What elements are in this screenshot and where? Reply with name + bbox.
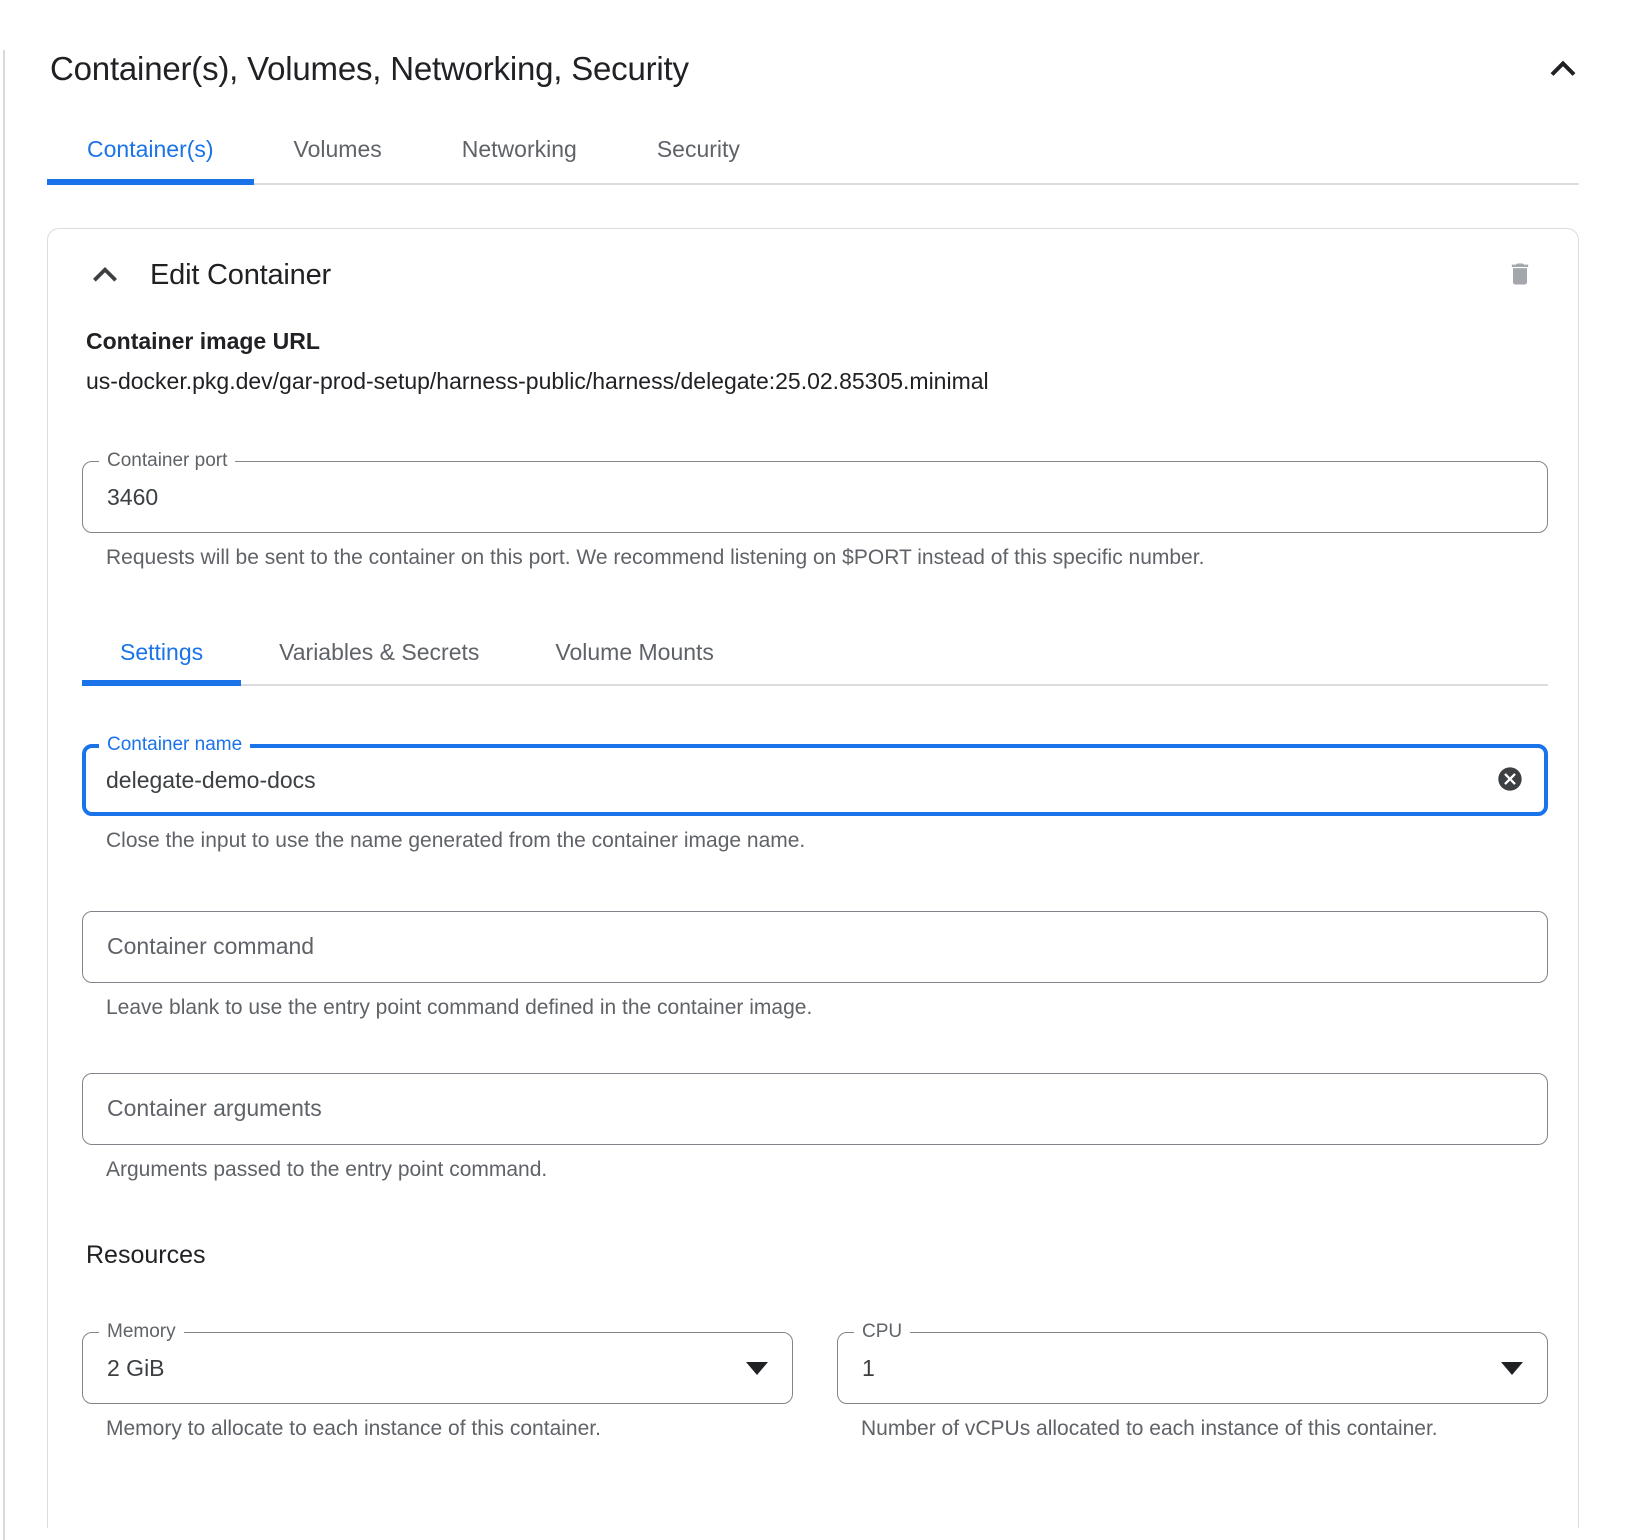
container-port-helper: Requests will be sent to the container o… <box>106 544 1548 571</box>
container-subtab-bar: Settings Variables & Secrets Volume Moun… <box>82 629 1548 686</box>
container-name-label: Container name <box>99 734 250 756</box>
container-name-input[interactable] <box>106 767 1496 794</box>
subtab-variables-secrets[interactable]: Variables & Secrets <box>241 629 517 684</box>
resources-heading: Resources <box>86 1241 1548 1270</box>
container-arguments-input[interactable] <box>107 1095 1523 1122</box>
section-tab-bar: Container(s) Volumes Networking Security <box>47 124 1579 185</box>
memory-selected-value: 2 GiB <box>107 1355 165 1382</box>
card-collapse-button[interactable] <box>90 263 120 288</box>
tab-networking[interactable]: Networking <box>422 124 617 183</box>
tab-security[interactable]: Security <box>617 124 780 183</box>
container-image-url-value: us-docker.pkg.dev/gar-prod-setup/harness… <box>86 368 1548 395</box>
cpu-select-column: CPU 1 Number of vCPUs allocated to each … <box>837 1332 1548 1442</box>
container-command-helper: Leave blank to use the entry point comma… <box>106 994 1548 1021</box>
cpu-selected-value: 1 <box>862 1355 875 1382</box>
tab-containers[interactable]: Container(s) <box>47 124 254 185</box>
cpu-label: CPU <box>854 1321 910 1343</box>
container-command-field[interactable] <box>82 911 1548 983</box>
container-arguments-field[interactable] <box>82 1073 1548 1145</box>
memory-helper: Memory to allocate to each instance of t… <box>106 1415 793 1442</box>
memory-select[interactable]: Memory 2 GiB <box>82 1332 793 1404</box>
trash-icon <box>1506 259 1534 292</box>
card-title: Edit Container <box>150 259 331 292</box>
edit-container-card: Edit Container Container image URL us-do… <box>47 228 1579 1528</box>
dropdown-arrow-icon <box>746 1362 768 1375</box>
container-port-input[interactable] <box>107 484 1523 511</box>
section-collapse-button[interactable] <box>1548 57 1578 82</box>
section-title: Container(s), Volumes, Networking, Secur… <box>50 50 689 88</box>
container-name-field[interactable]: Container name <box>82 744 1548 816</box>
cpu-helper: Number of vCPUs allocated to each instan… <box>861 1415 1441 1442</box>
container-image-url-label: Container image URL <box>86 328 1548 355</box>
card-header: Edit Container <box>82 259 1548 292</box>
chevron-up-icon <box>90 263 120 288</box>
cancel-x-icon <box>1496 765 1524 796</box>
clear-container-name-button[interactable] <box>1496 765 1524 796</box>
subtab-settings[interactable]: Settings <box>82 629 241 686</box>
container-port-field[interactable]: Container port <box>82 461 1548 533</box>
tab-volumes[interactable]: Volumes <box>254 124 422 183</box>
resources-selects-row: Memory 2 GiB Memory to allocate to each … <box>82 1332 1548 1442</box>
container-command-input[interactable] <box>107 933 1523 960</box>
chevron-up-icon <box>1548 57 1578 82</box>
container-port-label: Container port <box>99 450 235 472</box>
container-name-helper: Close the input to use the name generate… <box>106 827 1548 854</box>
delete-container-button[interactable] <box>1506 259 1534 292</box>
container-arguments-helper: Arguments passed to the entry point comm… <box>106 1156 1548 1183</box>
cpu-select[interactable]: CPU 1 <box>837 1332 1548 1404</box>
memory-select-column: Memory 2 GiB Memory to allocate to each … <box>82 1332 793 1442</box>
panel-edge-divider <box>3 50 5 1540</box>
container-image-url-block: Container image URL us-docker.pkg.dev/ga… <box>86 328 1548 395</box>
section-header: Container(s), Volumes, Networking, Secur… <box>50 50 1578 88</box>
subtab-volume-mounts[interactable]: Volume Mounts <box>517 629 752 684</box>
memory-label: Memory <box>99 1321 184 1343</box>
dropdown-arrow-icon <box>1501 1362 1523 1375</box>
